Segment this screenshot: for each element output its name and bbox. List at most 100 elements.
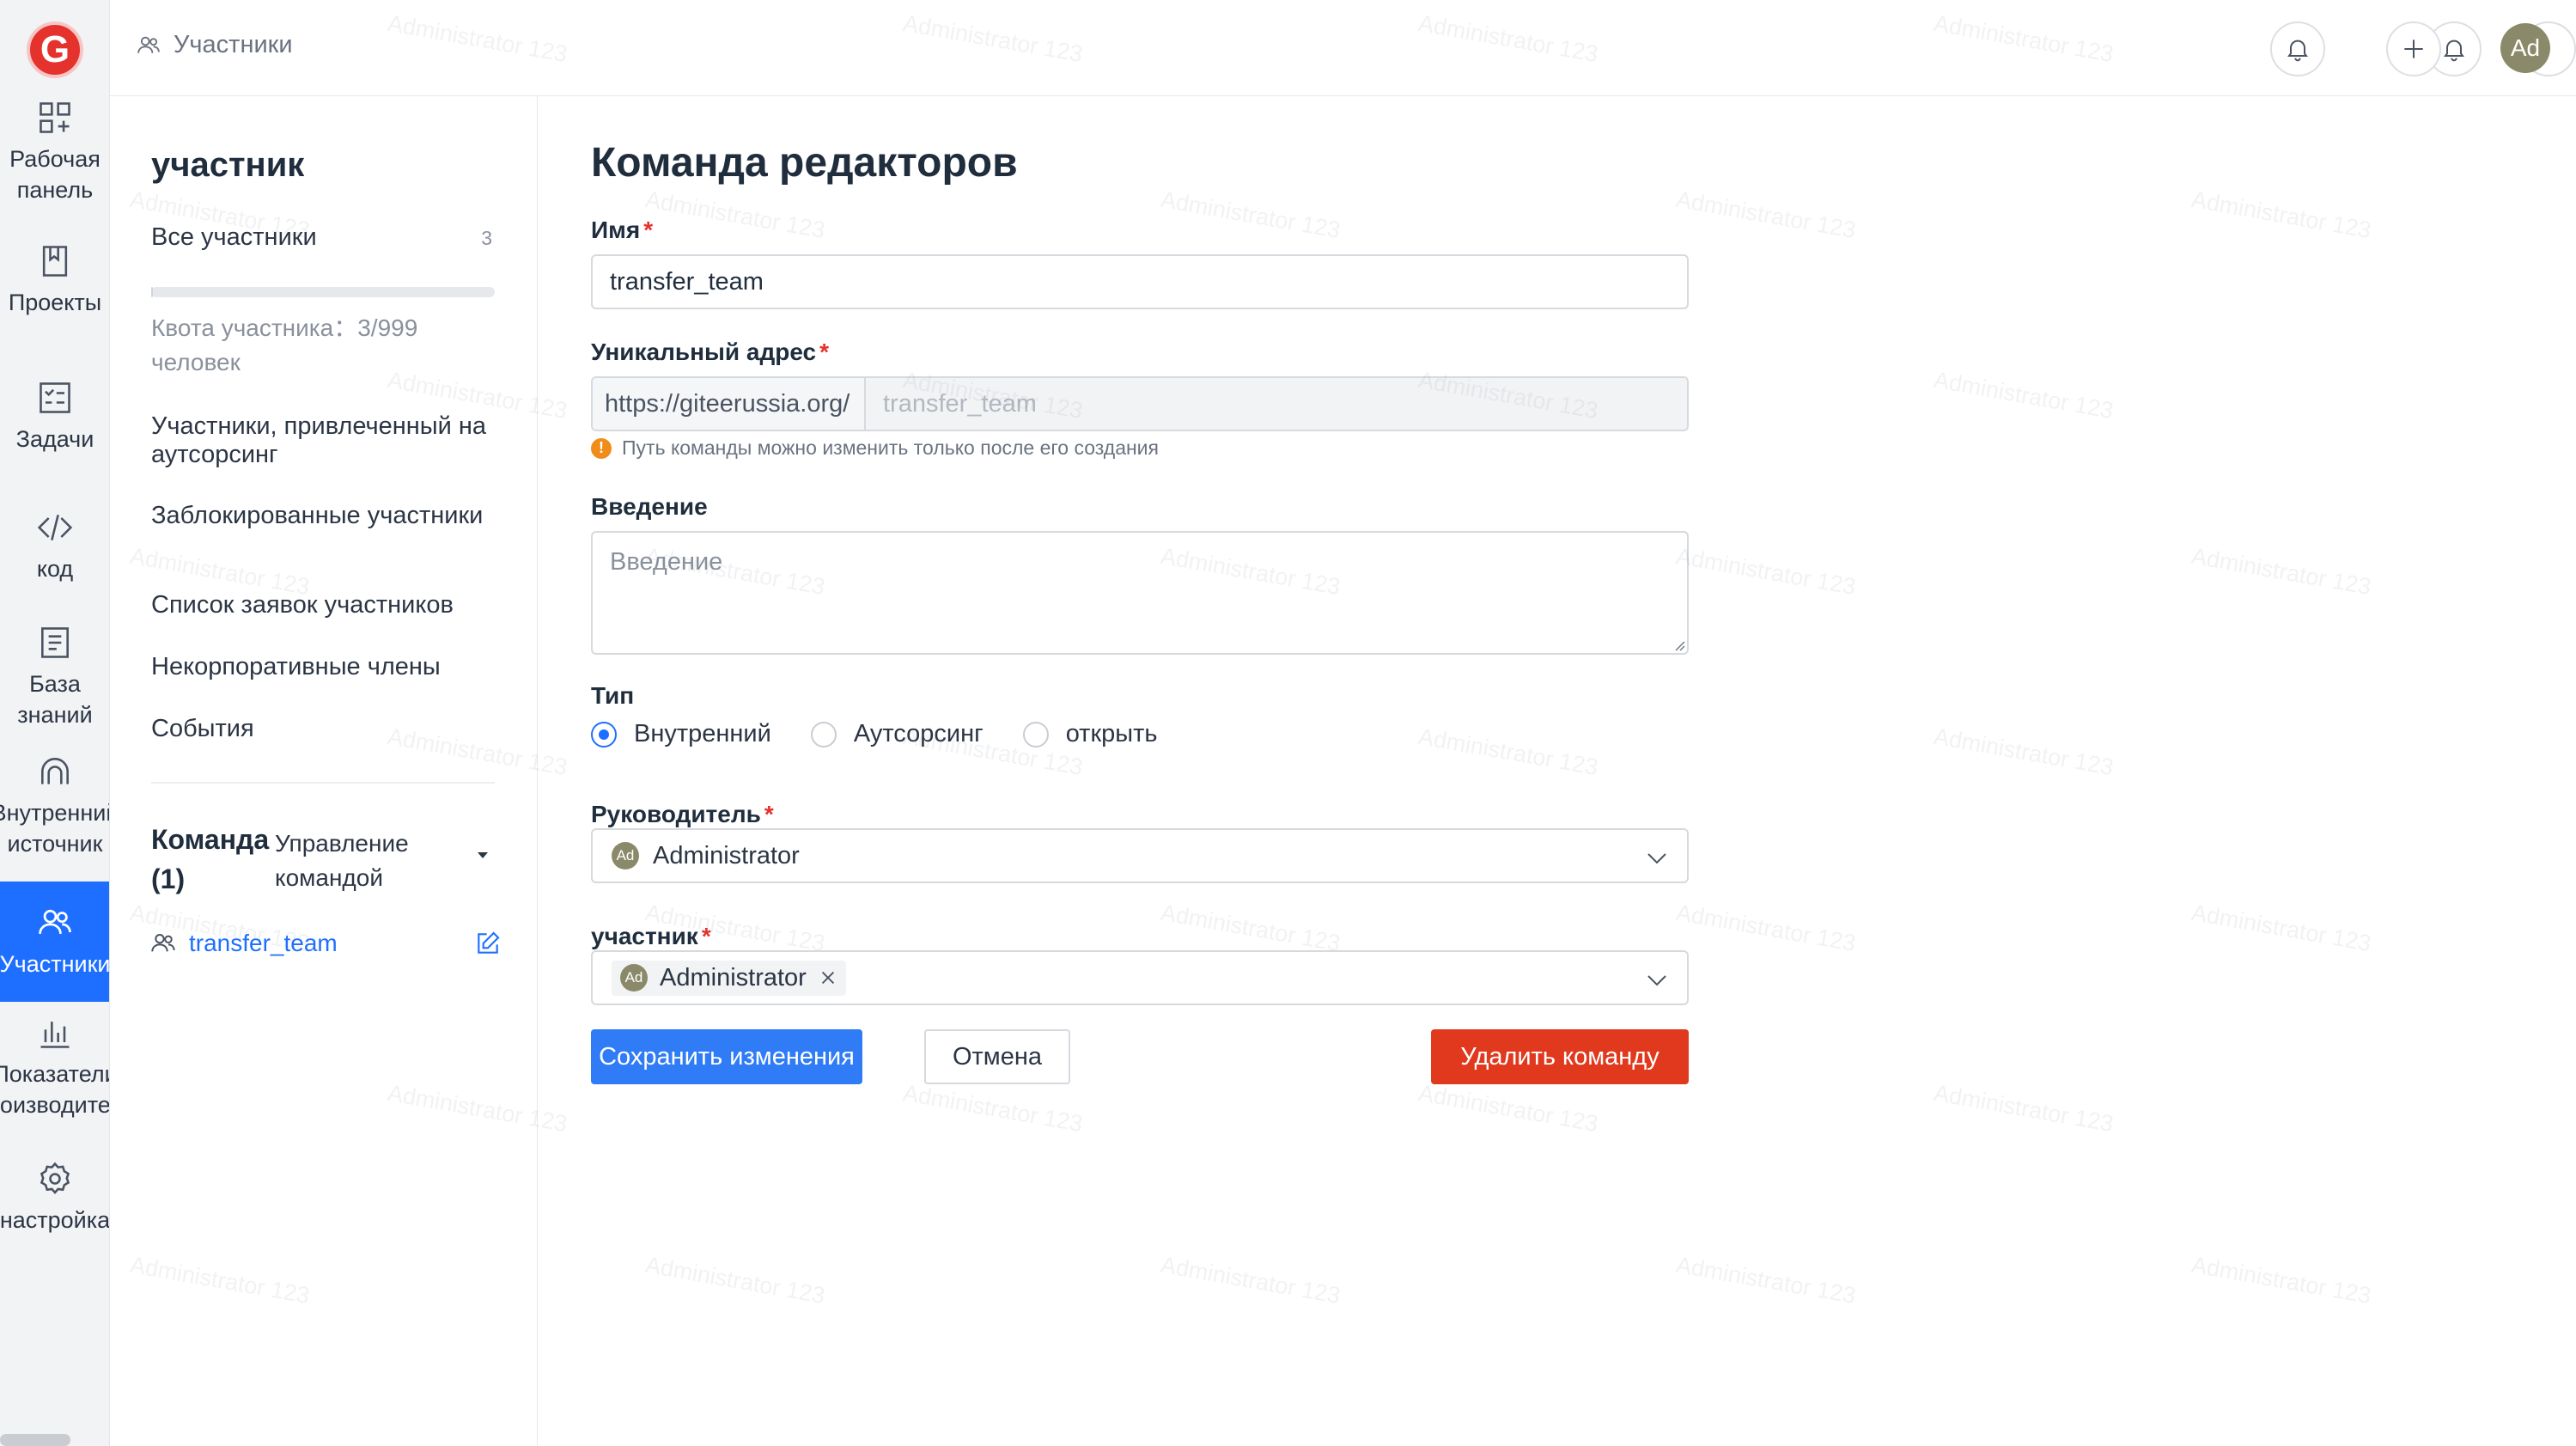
nav-performance[interactable]: Показатели производитель	[0, 1014, 110, 1120]
member-select[interactable]: Ad Administrator	[591, 950, 1689, 1005]
create-button[interactable]	[2386, 21, 2441, 76]
code-icon	[36, 509, 74, 546]
delete-team-button[interactable]: Удалить команду	[1431, 1029, 1689, 1084]
member-tag: Ad Administrator	[612, 960, 846, 996]
team-icon	[151, 934, 175, 952]
intro-label-text: Введение	[591, 493, 708, 520]
address-input	[866, 378, 1687, 430]
type-label-text: Тип	[591, 682, 635, 709]
required-mark: *	[643, 217, 654, 243]
nav-projects-label: Проекты	[8, 290, 102, 315]
sidebar-item-all-members[interactable]: Все участники	[151, 223, 512, 252]
type-radio-internal[interactable]: Внутренний	[591, 720, 771, 748]
address-prefix: https://giteerussia.org/	[593, 378, 866, 430]
nav-knowledge-base-label: База знаний	[17, 671, 93, 728]
type-label: Тип	[591, 682, 634, 710]
required-mark: *	[764, 801, 774, 827]
nav-knowledge-base[interactable]: База знаний	[0, 624, 109, 730]
nav-projects[interactable]: Проекты	[0, 242, 109, 318]
address-label: Уникальный адрес *	[591, 339, 829, 366]
team-manage-dropdown[interactable]: Управление командой	[275, 827, 447, 895]
close-icon[interactable]	[819, 968, 837, 987]
members-sidebar: участник Все участники 3 Квота участника…	[110, 96, 538, 1446]
quota-progress-fill	[151, 287, 153, 297]
top-header: Участники	[110, 0, 2576, 96]
nav-dashboard-label: Рабочая панель	[9, 146, 100, 203]
page-title: Команда редакторов	[591, 140, 1018, 186]
all-members-count: 3	[481, 227, 492, 249]
breadcrumb[interactable]: Участники	[136, 31, 293, 59]
team-list-item[interactable]: transfer_team	[149, 930, 502, 957]
member-tag-label: Administrator	[660, 963, 807, 991]
avatar: Ad	[620, 964, 648, 991]
intro-textarea[interactable]	[591, 531, 1689, 655]
caret-down-icon[interactable]	[478, 852, 488, 858]
main-nav-rail: G Рабочая панель Проекты Задачи код База…	[0, 0, 110, 1446]
sidebar-item-label: Некорпоративные члены	[151, 653, 441, 680]
sidebar-item-outsourced[interactable]: Участники, привлеченный на аутсорсинг	[151, 412, 512, 469]
source-icon	[36, 753, 74, 790]
book-icon	[36, 242, 74, 280]
sidebar-item-non-corporate[interactable]: Некорпоративные члены	[151, 653, 512, 681]
nav-inner-source-label: Внутренний источник	[0, 800, 109, 857]
sidebar-item-applications[interactable]: Список заявок участников	[151, 591, 512, 619]
chart-icon	[36, 1014, 74, 1052]
intro-label: Введение	[591, 493, 708, 521]
leader-value: Administrator	[653, 841, 800, 869]
sidebar-item-blocked[interactable]: Заблокированные участники	[151, 502, 512, 530]
nav-code-label: код	[36, 556, 74, 582]
address-hint: ! Путь команды можно изменить только пос…	[591, 436, 1159, 460]
nav-tasks-label: Задачи	[15, 426, 94, 452]
bell-icon	[2444, 40, 2464, 62]
team-edit-form: Команда редакторов Имя* Уникальный адрес…	[538, 96, 2576, 1446]
radio-unchecked[interactable]	[1022, 721, 1049, 747]
nav-code[interactable]: код	[0, 509, 109, 584]
users-icon	[36, 904, 74, 942]
type-radio-open[interactable]: открыть	[1022, 720, 1158, 748]
radio-label: Внутренний	[634, 720, 771, 747]
name-input[interactable]	[591, 254, 1689, 309]
nav-members[interactable]: Участники	[0, 882, 110, 1002]
notifications-button-visual[interactable]	[2270, 21, 2325, 76]
cancel-button[interactable]: Отмена	[924, 1029, 1070, 1084]
radio-checked[interactable]	[591, 721, 617, 747]
required-mark: *	[701, 923, 711, 949]
radio-label: открыть	[1065, 720, 1158, 747]
chevron-down-icon[interactable]	[1644, 967, 1670, 993]
edit-icon[interactable]	[474, 930, 502, 957]
nav-inner-source[interactable]: Внутренний источник	[0, 753, 109, 859]
address-hint-text: Путь команды можно изменить только после…	[622, 436, 1159, 459]
member-label: участник *	[591, 923, 711, 950]
sidebar-item-events[interactable]: События	[151, 715, 512, 743]
sidebar-item-label: События	[151, 715, 254, 742]
sidebar-item-label: Список заявок участников	[151, 591, 454, 619]
warning-icon: !	[591, 437, 612, 459]
avatar: Ad	[612, 842, 639, 869]
nav-settings-label: настройка	[0, 1207, 110, 1233]
nav-tasks[interactable]: Задачи	[0, 379, 109, 455]
resize-handle-icon[interactable]	[1673, 639, 1685, 651]
leader-label-text: Руководитель	[591, 801, 761, 827]
gear-icon	[36, 1160, 74, 1198]
address-field: https://giteerussia.org/	[591, 376, 1689, 431]
rail-scrollbar[interactable]	[0, 1434, 70, 1446]
sidebar-title: участник	[151, 146, 305, 184]
sidebar-item-label: Все участники	[151, 223, 317, 251]
nav-settings[interactable]: настройка	[0, 1160, 110, 1236]
nav-members-label: Участники	[0, 951, 110, 977]
nav-dashboard[interactable]: Рабочая панель	[0, 99, 109, 205]
nav-performance-label: Показатели производитель	[0, 1061, 110, 1118]
quota-text: Квота участника：3/999 человек	[151, 314, 418, 375]
team-section-title: Команда (1)	[151, 824, 270, 894]
leader-select[interactable]: Ad Administrator	[591, 828, 1689, 883]
chevron-down-icon[interactable]	[1644, 845, 1670, 871]
type-radio-outsourcing[interactable]: Аутсорсинг	[810, 720, 984, 748]
save-button[interactable]: Сохранить изменения	[591, 1029, 862, 1084]
member-label-text: участник	[591, 923, 698, 949]
plus-icon	[2404, 40, 2423, 58]
user-avatar[interactable]: Ad	[2500, 23, 2550, 73]
team-name[interactable]: transfer_team	[189, 930, 338, 957]
gitee-logo[interactable]: G	[27, 21, 83, 78]
radio-unchecked[interactable]	[810, 721, 837, 747]
bell-icon	[2287, 40, 2308, 62]
